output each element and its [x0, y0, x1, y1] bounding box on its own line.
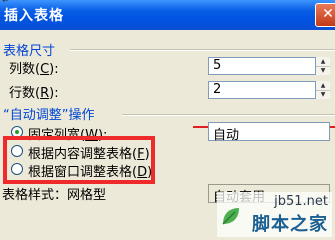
table-size-group-title: 表格尺寸 — [3, 44, 56, 59]
columns-value: 5 — [213, 58, 222, 73]
spin-down-icon[interactable]: ▼ — [316, 90, 330, 99]
radio-selected-dot — [15, 130, 19, 134]
rows-spin-buttons[interactable]: ▲ ▼ — [315, 81, 330, 99]
columns-label: 列数(C): — [9, 62, 59, 77]
red-highlight-box — [3, 136, 155, 184]
dialog-title: 插入表格 — [4, 8, 64, 24]
leaf-logo-icon — [222, 208, 239, 225]
spin-down-icon[interactable]: ▼ — [316, 66, 330, 75]
fixed-width-value: 自动 — [213, 128, 240, 143]
columns-spin-buttons[interactable]: ▲ ▼ — [315, 57, 330, 75]
title-bar[interactable]: ↵ 插入表格 ✕ — [0, 0, 335, 30]
group-divider — [122, 114, 335, 116]
autofit-group-title: “自动调整”操作 — [3, 108, 95, 123]
close-button[interactable]: ✕ — [315, 3, 335, 27]
watermark: jb51.net 脚本之家 — [217, 192, 332, 237]
table-style-label: 表格样式：网格型 — [2, 188, 107, 203]
columns-spinbox[interactable]: 5 ▲ ▼ — [208, 57, 330, 75]
rows-label: 行数(R): — [9, 86, 59, 101]
watermark-site: jb51.net — [274, 194, 328, 209]
fixed-width-select[interactable]: 自动 — [208, 122, 330, 143]
close-icon: ✕ — [322, 6, 334, 22]
rows-value: 2 — [213, 82, 222, 97]
group-divider — [70, 49, 335, 51]
rows-spinbox[interactable]: 2 ▲ ▼ — [208, 81, 330, 99]
watermark-text: 脚本之家 — [252, 214, 328, 235]
